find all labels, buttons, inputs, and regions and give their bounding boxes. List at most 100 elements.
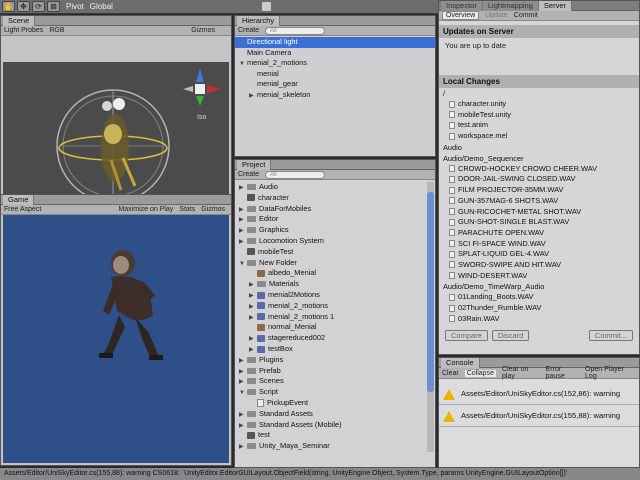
changed-file-item[interactable]: 03Rain.WAV bbox=[439, 314, 639, 325]
changed-file-item[interactable]: test.anim bbox=[439, 120, 639, 131]
hierarchy-item[interactable]: menial bbox=[235, 69, 435, 80]
game-aspect-dropdown[interactable]: Free Aspect bbox=[4, 206, 41, 213]
project-item[interactable]: ▼ New Folder bbox=[235, 258, 435, 269]
game-viewport[interactable] bbox=[3, 215, 229, 463]
hierarchy-item[interactable]: Directional light bbox=[235, 37, 435, 48]
project-search-input[interactable]: All bbox=[265, 170, 326, 179]
changed-file-item[interactable]: DOOR-JAIL-SWING CLOSED.WAV bbox=[439, 174, 639, 185]
expand-arrow-icon[interactable]: ▼ bbox=[239, 259, 247, 270]
changed-file-item[interactable]: mobileTest.unity bbox=[439, 110, 639, 121]
project-item[interactable]: normal_Menial bbox=[235, 322, 435, 333]
commit-button[interactable]: Commit... bbox=[588, 330, 633, 341]
project-item[interactable]: PickupEvent bbox=[235, 398, 435, 409]
console-collapse-toggle[interactable]: Collapse bbox=[464, 369, 496, 377]
changed-file-item[interactable]: SPLAT-LIQUID GEL-4.WAV bbox=[439, 249, 639, 260]
changed-file-item[interactable]: GUN-357MAG-6 SHOTS.WAV bbox=[439, 196, 639, 207]
maximize-on-play-toggle[interactable]: Maximize on Play bbox=[118, 206, 173, 213]
project-item[interactable]: ▶ Audio bbox=[235, 182, 435, 193]
project-scrollbar-thumb[interactable] bbox=[427, 192, 434, 392]
rotate-tool-icon[interactable]: ⟳ bbox=[32, 1, 45, 12]
project-item[interactable]: ▶ Plugins bbox=[235, 355, 435, 366]
project-item[interactable]: ▶ Standard Assets (Mobile) bbox=[235, 420, 435, 431]
subtab-overview[interactable]: Overview bbox=[442, 11, 480, 20]
console-clear-on-play-toggle[interactable]: Clear on play bbox=[502, 366, 540, 380]
project-item[interactable]: ▼ Script bbox=[235, 387, 435, 398]
expand-arrow-icon[interactable]: ▶ bbox=[239, 442, 247, 453]
project-scrollbar[interactable] bbox=[427, 182, 434, 452]
project-item[interactable]: character bbox=[235, 193, 435, 204]
change-group-header[interactable]: Audio/Demo_TimeWarp_Audio bbox=[439, 281, 639, 292]
changed-file-item[interactable]: 02Thunder_Rumble.WAV bbox=[439, 303, 639, 314]
project-item[interactable]: ▶ Prefab bbox=[235, 366, 435, 377]
expand-arrow-icon[interactable]: ▶ bbox=[239, 356, 247, 367]
discard-button[interactable]: Discard bbox=[491, 330, 530, 341]
project-item[interactable]: ▶ Unity_Maya_Seminar bbox=[235, 441, 435, 452]
expand-arrow-icon[interactable]: ▼ bbox=[239, 388, 247, 399]
changed-file-item[interactable]: GUN-RICOCHET-METAL SHOT.WAV bbox=[439, 207, 639, 218]
hierarchy-item[interactable]: menial_gear bbox=[235, 79, 435, 90]
project-item[interactable]: ▶ testBox bbox=[235, 344, 435, 355]
console-clear-button[interactable]: Clear bbox=[442, 370, 459, 377]
game-gizmos-toggle[interactable]: Gizmos bbox=[201, 206, 225, 213]
tab-scene[interactable]: Scene bbox=[3, 16, 36, 26]
project-item[interactable]: test bbox=[235, 430, 435, 441]
changed-file-item[interactable]: FILM PROJECTOR-35MM.WAV bbox=[439, 185, 639, 196]
project-item[interactable]: ▶ DataForMobiles bbox=[235, 204, 435, 215]
hierarchy-item[interactable]: Main Camera bbox=[235, 48, 435, 59]
console-row[interactable]: Assets/Editor/UniSkyEditor.cs(155,88): w… bbox=[439, 405, 639, 427]
hierarchy-search-input[interactable]: All bbox=[265, 26, 326, 35]
project-item[interactable]: ▶ Scenes bbox=[235, 376, 435, 387]
changed-file-item[interactable]: workspace.mel bbox=[439, 131, 639, 142]
play-icon[interactable] bbox=[262, 2, 271, 11]
tab-server[interactable]: Server bbox=[538, 1, 572, 11]
project-item[interactable]: ▶ Locomotion System bbox=[235, 236, 435, 247]
stats-toggle[interactable]: Stats bbox=[179, 206, 195, 213]
changed-file-item[interactable]: character.unity bbox=[439, 99, 639, 110]
compare-button[interactable]: Compare bbox=[445, 330, 488, 341]
expand-arrow-icon[interactable]: ▶ bbox=[249, 302, 257, 313]
scene-gizmos-dropdown[interactable]: Gizmos bbox=[191, 27, 215, 34]
scale-tool-icon[interactable]: ⊠ bbox=[47, 1, 60, 12]
expand-arrow-icon[interactable]: ▶ bbox=[249, 91, 257, 102]
changed-file-item[interactable]: PARACHUTE OPEN.WAV bbox=[439, 228, 639, 239]
changed-file-item[interactable]: GUN-SHOT-SINGLE BLAST.WAV bbox=[439, 217, 639, 228]
change-group-header[interactable]: Audio bbox=[439, 142, 639, 153]
tab-console[interactable]: Console bbox=[441, 358, 480, 368]
project-item[interactable]: mobileTest bbox=[235, 247, 435, 258]
console-open-player-log-button[interactable]: Open Player Log bbox=[585, 366, 633, 380]
change-group-header[interactable]: / bbox=[439, 88, 639, 99]
tab-inspector[interactable]: Inspector bbox=[441, 1, 483, 11]
tab-game[interactable]: Game bbox=[3, 195, 35, 205]
status-bar[interactable]: Assets/Editor/UniSkyEditor.cs(155,88): w… bbox=[0, 468, 640, 480]
expand-arrow-icon[interactable]: ▶ bbox=[239, 410, 247, 421]
hand-tool-icon[interactable]: ✋ bbox=[2, 1, 15, 12]
project-item[interactable]: ▶ Materials bbox=[235, 279, 435, 290]
project-item[interactable]: ▶ stagereduced002 bbox=[235, 333, 435, 344]
changed-file-item[interactable]: SWORD-SWIPE AND HIT.WAV bbox=[439, 260, 639, 271]
project-create-dropdown[interactable]: Create bbox=[238, 171, 259, 178]
project-item[interactable]: ▶ menial2Motions bbox=[235, 290, 435, 301]
hierarchy-item[interactable]: ▼ menial_2_motions bbox=[235, 58, 435, 69]
tab-hierarchy[interactable]: Hierarchy bbox=[237, 16, 281, 26]
tab-project[interactable]: Project bbox=[237, 160, 272, 170]
subtab-commit[interactable]: Commit bbox=[514, 12, 538, 19]
pivot-button[interactable]: Pivot bbox=[66, 2, 84, 11]
tab-lightmapping[interactable]: Lightmapping bbox=[482, 1, 539, 11]
scene-viewport[interactable]: Iso bbox=[3, 62, 229, 194]
project-item[interactable]: ▶ Standard Assets bbox=[235, 409, 435, 420]
hierarchy-item[interactable]: ▶ menial_skeleton bbox=[235, 90, 435, 101]
changed-file-item[interactable]: 01Landing_Boots.WAV bbox=[439, 292, 639, 303]
scene-orientation-gizmo[interactable] bbox=[175, 66, 225, 110]
changed-file-item[interactable]: WIND-DESERT.WAV bbox=[439, 271, 639, 282]
hierarchy-create-dropdown[interactable]: Create bbox=[238, 27, 259, 34]
project-item[interactable]: ▶ Editor bbox=[235, 214, 435, 225]
scene-rgb-mode[interactable]: RGB bbox=[49, 27, 64, 34]
scene-render-mode[interactable]: Light Probes bbox=[4, 27, 43, 34]
project-item[interactable]: ▶ menial_2_motions 1 bbox=[235, 312, 435, 323]
subtab-update[interactable]: Update bbox=[485, 12, 508, 19]
project-item[interactable]: ▶ Graphics bbox=[235, 225, 435, 236]
console-row[interactable]: Assets/Editor/UniSkyEditor.cs(152,86): w… bbox=[439, 383, 639, 405]
global-button[interactable]: Global bbox=[90, 2, 113, 11]
console-error-pause-toggle[interactable]: Error pause bbox=[546, 366, 579, 380]
changed-file-item[interactable]: CROWD-HOCKEY CROWD CHEER.WAV bbox=[439, 164, 639, 175]
